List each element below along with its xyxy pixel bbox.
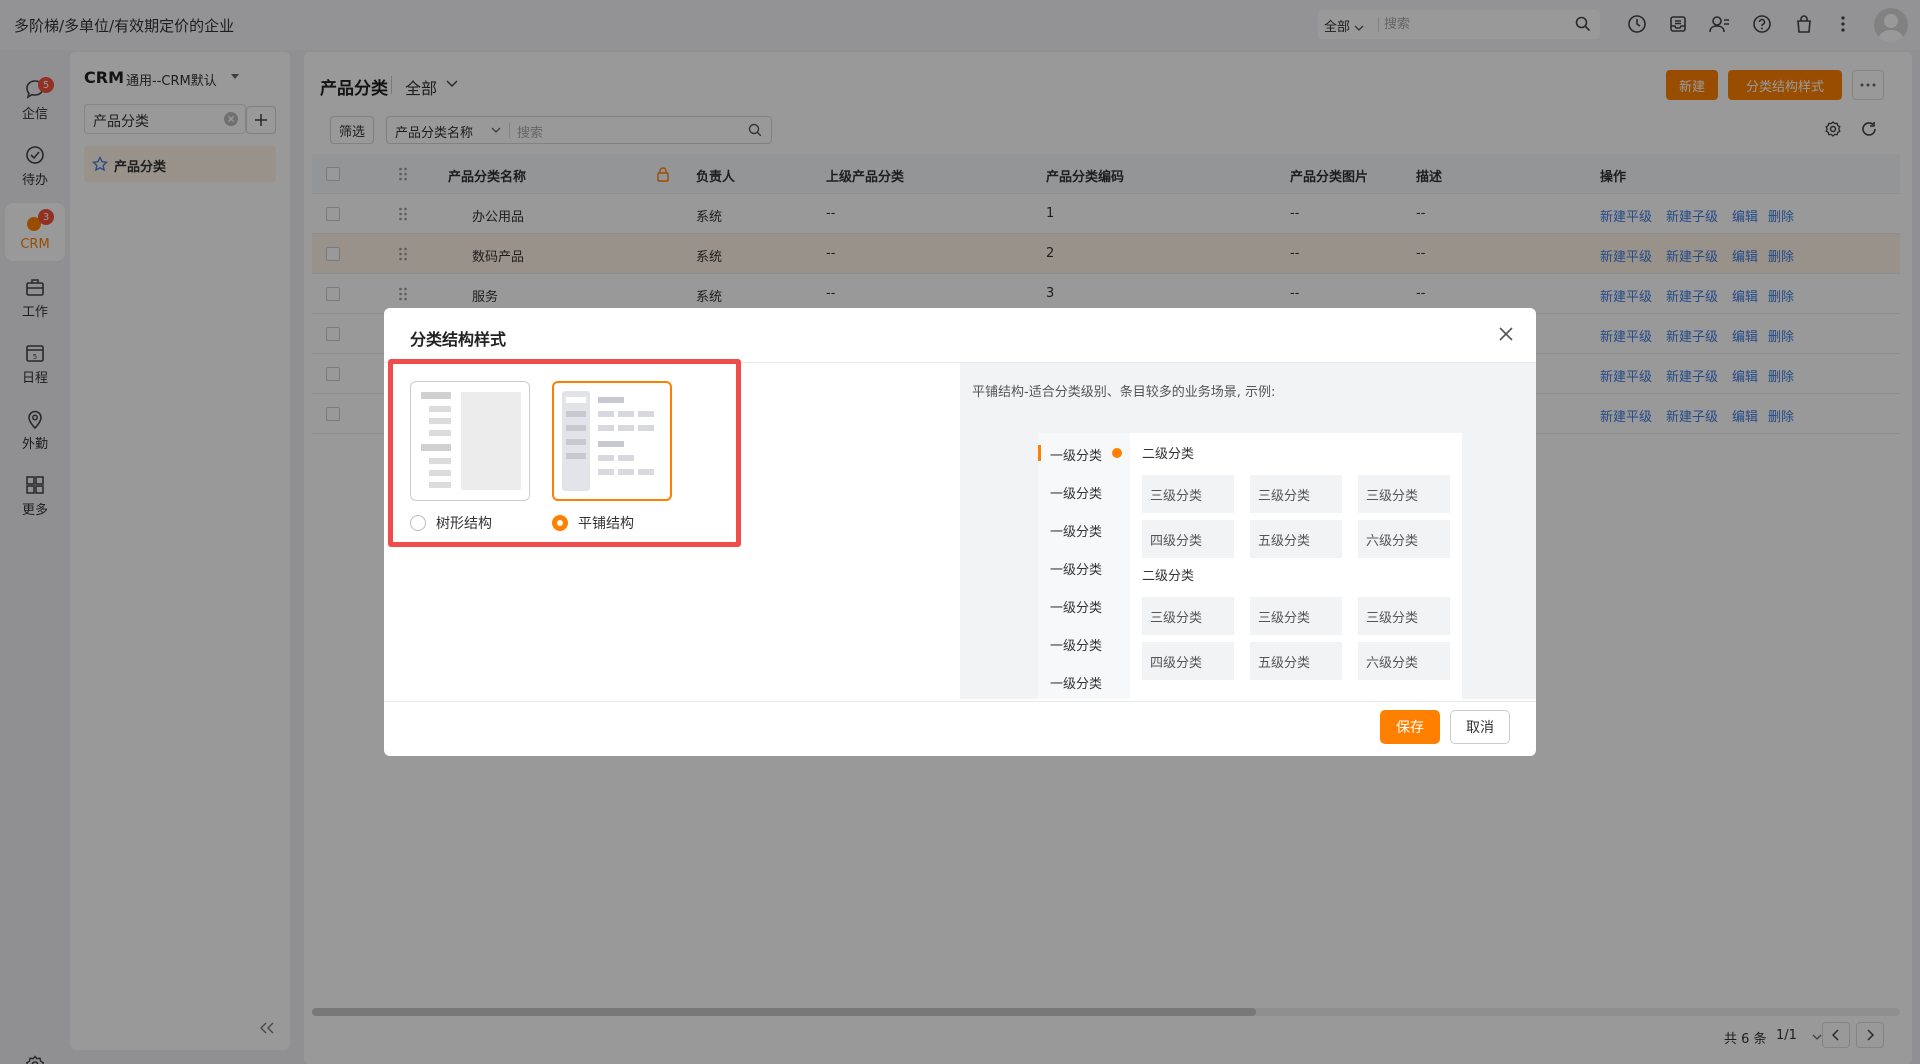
close-icon[interactable] [1498,326,1514,342]
level1-column: 一级分类 一级分类 一级分类 一级分类 一级分类 一级分类 一级分类 [1038,433,1130,699]
level1-item: 一级分类 [1050,601,1103,616]
level-box: 四级分类 [1142,642,1234,680]
level-box: 五级分类 [1250,520,1342,558]
dialog-title: 分类结构样式 [410,330,507,349]
cancel-button[interactable]: 取消 [1450,710,1510,744]
highlight-frame [388,359,741,547]
divider [384,701,1536,702]
save-button[interactable]: 保存 [1380,710,1440,744]
level1-item: 一级分类 [1050,449,1103,464]
flat-structure-example: 一级分类 一级分类 一级分类 一级分类 一级分类 一级分类 一级分类 二级分类 … [1038,433,1462,699]
level2-heading: 二级分类 [1142,569,1195,584]
level-box: 三级分类 [1142,475,1234,513]
level2-heading: 二级分类 [1142,447,1195,462]
level-box: 五级分类 [1250,642,1342,680]
active-dot [1112,448,1122,458]
level-box: 三级分类 [1358,597,1450,635]
level-box: 三级分类 [1142,597,1234,635]
category-style-dialog: 分类结构样式 树形结构 平铺结构 平铺结构-适合分类级别、条目较多的业务场景, … [384,308,1536,756]
level-box: 六级分类 [1358,642,1450,680]
level1-item: 一级分类 [1050,563,1103,578]
active-indicator [1038,445,1041,461]
level-box: 六级分类 [1358,520,1450,558]
structure-description: 平铺结构-适合分类级别、条目较多的业务场景, 示例: [972,385,1276,400]
level1-item: 一级分类 [1050,525,1103,540]
level-box: 四级分类 [1142,520,1234,558]
level-box: 三级分类 [1358,475,1450,513]
level1-item: 一级分类 [1050,487,1103,502]
level1-item: 一级分类 [1050,639,1103,654]
level-box: 三级分类 [1250,597,1342,635]
example-panel: 平铺结构-适合分类级别、条目较多的业务场景, 示例: 一级分类 一级分类 一级分… [960,363,1536,699]
level1-item: 一级分类 [1050,677,1103,692]
level-box: 三级分类 [1250,475,1342,513]
